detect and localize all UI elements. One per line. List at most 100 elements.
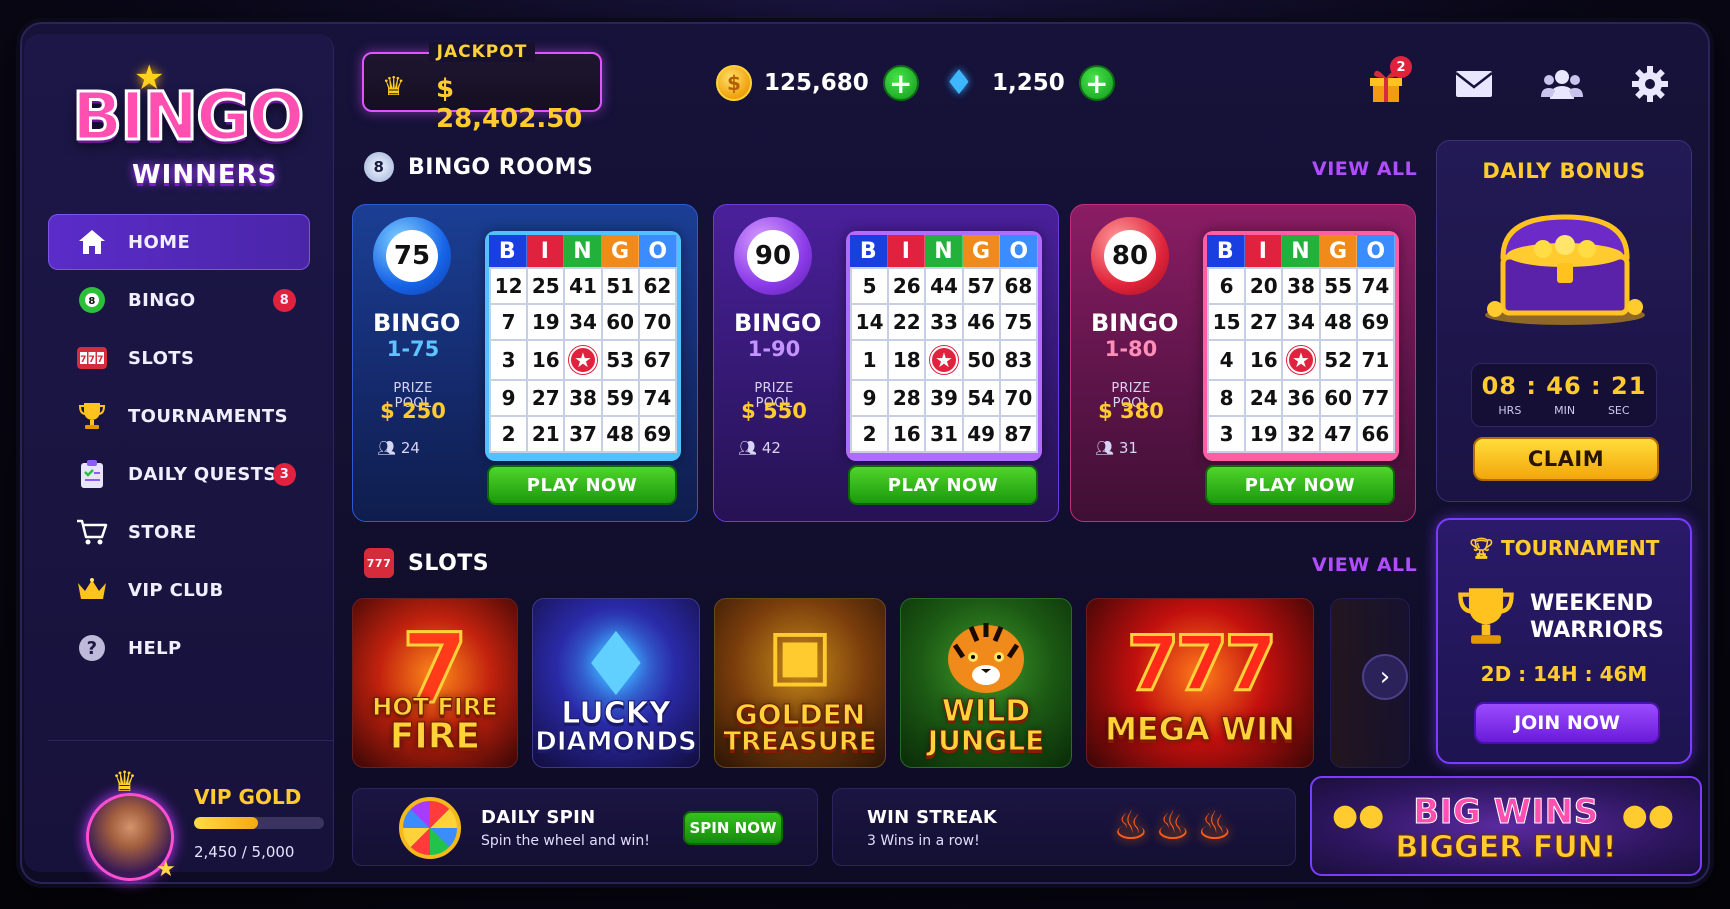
bingo-cell[interactable]: 75 (1000, 305, 1036, 339)
bingo-cell[interactable]: 49 (963, 417, 999, 451)
bingo-cell[interactable]: 50 (963, 341, 999, 379)
bingo-cell[interactable]: 5 (852, 269, 888, 303)
nav-item-tournaments[interactable]: TOURNAMENTS (48, 388, 310, 444)
bingo-cell[interactable]: 55 (1320, 269, 1356, 303)
bingo-cell[interactable]: 41 (565, 269, 601, 303)
bingo-cell[interactable]: 19 (528, 305, 564, 339)
nav-item-daily-quests[interactable]: DAILY QUESTS 3 (48, 446, 310, 502)
bingo-cell[interactable]: 31 (926, 417, 962, 451)
view-all-rooms-link[interactable]: VIEW ALL (1312, 158, 1417, 180)
nav-item-help[interactable]: ? HELP (48, 620, 310, 676)
bingo-cell[interactable]: 34 (1283, 305, 1319, 339)
bingo-cell[interactable]: 44 (926, 269, 962, 303)
bingo-cell[interactable]: 7 (491, 305, 527, 339)
nav-item-home[interactable]: HOME (48, 214, 310, 270)
bingo-cell[interactable]: 68 (1000, 269, 1036, 303)
bingo-cell[interactable]: 8 (1209, 381, 1245, 415)
bingo-cell[interactable]: 32 (1283, 417, 1319, 451)
bingo-cell[interactable]: 22 (889, 305, 925, 339)
slot-tile-wild-jungle[interactable]: WILD JUNGLE (900, 598, 1072, 768)
bingo-cell[interactable]: 83 (1000, 341, 1036, 379)
bingo-cell[interactable]: 74 (1357, 269, 1393, 303)
play-now-button[interactable]: PLAY NOW (487, 465, 677, 505)
play-now-button[interactable]: PLAY NOW (848, 465, 1038, 505)
bingo-cell[interactable]: 15 (1209, 305, 1245, 339)
bingo-cell[interactable]: 25 (528, 269, 564, 303)
promo-banner[interactable]: ●● ●● BIG WINS BIGGER FUN! (1310, 776, 1702, 876)
bingo-cell[interactable]: 33 (926, 305, 962, 339)
bingo-cell[interactable]: 4 (1209, 341, 1245, 379)
bingo-cell[interactable]: 53 (602, 341, 638, 379)
bingo-cell[interactable]: 48 (602, 417, 638, 451)
bingo-cell[interactable]: 3 (491, 341, 527, 379)
bingo-cell[interactable]: 2 (491, 417, 527, 451)
bingo-cell[interactable]: 59 (602, 381, 638, 415)
bingo-cell[interactable]: 51 (602, 269, 638, 303)
nav-item-store[interactable]: STORE (48, 504, 310, 560)
bingo-cell[interactable]: 14 (852, 305, 888, 339)
bingo-cell[interactable]: 62 (639, 269, 675, 303)
spin-now-button[interactable]: SPIN NOW (683, 811, 783, 845)
add-coins-button[interactable]: + (882, 65, 919, 101)
slots-next-button[interactable]: › (1362, 654, 1408, 700)
bingo-cell[interactable]: 70 (1000, 381, 1036, 415)
bingo-cell[interactable]: 28 (889, 381, 925, 415)
bingo-cell[interactable]: 16 (889, 417, 925, 451)
bingo-cell[interactable]: 60 (602, 305, 638, 339)
bingo-cell[interactable]: 6 (1209, 269, 1245, 303)
bingo-cell[interactable]: 3 (1209, 417, 1245, 451)
bingo-cell[interactable]: 34 (565, 305, 601, 339)
bingo-cell[interactable]: 38 (565, 381, 601, 415)
bingo-cell[interactable]: 2 (852, 417, 888, 451)
bingo-cell[interactable]: 1 (852, 341, 888, 379)
bingo-cell[interactable]: 52 (1320, 341, 1356, 379)
bingo-cell[interactable]: 67 (639, 341, 675, 379)
bingo-cell[interactable]: 18 (889, 341, 925, 379)
bingo-room-75[interactable]: 75 BINGO 1-75 PRIZE POOL $ 250 👥︎ 24 B I N G O 12 25… (352, 204, 698, 522)
mail-button[interactable] (1450, 60, 1498, 108)
brand-logo[interactable]: ★ BINGO WINNERS (54, 48, 314, 208)
bingo-room-80[interactable]: 80 BINGO 1-80 PRIZE POOL $ 380 👥︎ 31 B I N G O 6 20 3… (1070, 204, 1416, 522)
nav-item-vip-club[interactable]: VIP CLUB (48, 562, 310, 618)
bingo-cell[interactable]: 9 (852, 381, 888, 415)
gift-button[interactable]: 2 (1362, 56, 1412, 108)
bingo-cell[interactable]: 57 (963, 269, 999, 303)
slot-tile-golden-treasure[interactable]: ▣ GOLDEN TREASURE (714, 598, 886, 768)
bingo-cell[interactable]: 26 (889, 269, 925, 303)
bingo-cell[interactable]: 16 (528, 341, 564, 379)
bingo-cell[interactable]: 60 (1320, 381, 1356, 415)
play-now-button[interactable]: PLAY NOW (1205, 465, 1395, 505)
nav-item-slots[interactable]: 777 SLOTS (48, 330, 310, 386)
bingo-cell[interactable]: 46 (963, 305, 999, 339)
bingo-cell[interactable]: 27 (1246, 305, 1282, 339)
bingo-cell[interactable]: 27 (528, 381, 564, 415)
bingo-cell[interactable]: 77 (1357, 381, 1393, 415)
bingo-cell[interactable]: 71 (1357, 341, 1393, 379)
add-gems-button[interactable]: + (1078, 65, 1115, 101)
bingo-room-90[interactable]: 90 BINGO 1-90 PRIZE POOL $ 550 👥︎ 42 B I N G O 5 26 4… (713, 204, 1059, 522)
slot-tile-hot-fire[interactable]: 7 HOT FIRE FIRE (352, 598, 518, 768)
settings-button[interactable] (1626, 60, 1674, 108)
nav-item-bingo[interactable]: 8 BINGO 8 (48, 272, 310, 328)
bingo-cell[interactable]: 39 (926, 381, 962, 415)
bingo-cell[interactable]: 47 (1320, 417, 1356, 451)
bingo-cell[interactable]: 16 (1246, 341, 1282, 379)
bingo-cell[interactable]: 36 (1283, 381, 1319, 415)
free-space[interactable]: ★ (565, 341, 601, 379)
bingo-cell[interactable]: 48 (1320, 305, 1356, 339)
bingo-cell[interactable]: 69 (1357, 305, 1393, 339)
claim-button[interactable]: CLAIM (1473, 437, 1659, 481)
bingo-cell[interactable]: 24 (1246, 381, 1282, 415)
bingo-cell[interactable]: 70 (639, 305, 675, 339)
bingo-cell[interactable]: 9 (491, 381, 527, 415)
daily-spin-card[interactable]: DAILY SPIN Spin the wheel and win! SPIN … (352, 788, 818, 866)
bingo-cell[interactable]: 38 (1283, 269, 1319, 303)
bingo-cell[interactable]: 66 (1357, 417, 1393, 451)
free-space[interactable]: ★ (926, 341, 962, 379)
bingo-cell[interactable]: 87 (1000, 417, 1036, 451)
bingo-cell[interactable]: 37 (565, 417, 601, 451)
join-now-button[interactable]: JOIN NOW (1474, 702, 1660, 744)
slot-tile-lucky-diamonds[interactable]: ♦ LUCKY DIAMONDS (532, 598, 700, 768)
bingo-cell[interactable]: 69 (639, 417, 675, 451)
bingo-cell[interactable]: 21 (528, 417, 564, 451)
